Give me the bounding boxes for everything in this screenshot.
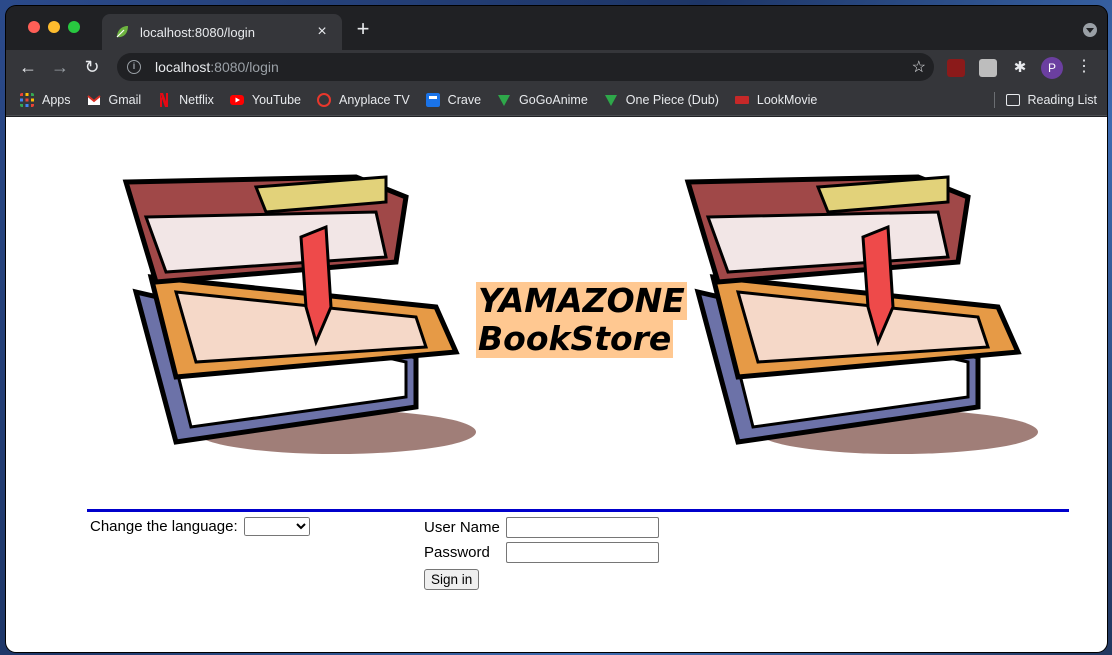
tv-icon xyxy=(604,94,617,106)
extensions-puzzle-icon[interactable]: ✱ xyxy=(1011,59,1029,77)
minimize-window-button[interactable] xyxy=(48,21,60,33)
apps-grid-icon xyxy=(20,92,34,107)
tab-search-icon[interactable] xyxy=(1083,23,1097,37)
back-arrow-icon[interactable]: ← xyxy=(16,55,40,79)
bookmark-label: LookMovie xyxy=(756,92,818,107)
books-stack-image xyxy=(122,174,476,454)
gmail-icon xyxy=(86,94,101,105)
anyplace-icon xyxy=(317,92,332,107)
bookmark-label: YouTube xyxy=(251,92,302,107)
reading-list-button[interactable]: Reading List xyxy=(1005,84,1098,116)
store-banner: YAMAZONE BookStore xyxy=(6,117,1107,497)
bookmarks-bar: Apps Gmail Netflix YouTube Anyplace TV C… xyxy=(6,84,1107,116)
bookmark-label: Netflix xyxy=(179,92,214,107)
reading-list-icon xyxy=(1005,94,1020,106)
bookmark-apps[interactable]: Apps xyxy=(20,92,71,107)
divider xyxy=(87,509,1069,512)
language-selector: Change the language: xyxy=(90,517,310,536)
spring-leaf-icon xyxy=(116,26,128,38)
password-label: Password xyxy=(424,544,490,561)
reload-icon[interactable]: ↻ xyxy=(80,55,104,79)
url-host: localhost xyxy=(155,59,211,75)
extension-icon[interactable] xyxy=(979,59,997,77)
site-info-icon[interactable]: i xyxy=(127,60,141,74)
store-title: YAMAZONE BookStore xyxy=(476,282,687,358)
new-tab-button[interactable]: + xyxy=(352,18,374,41)
address-bar[interactable]: i localhost:8080/login ☆ xyxy=(117,53,934,81)
browser-window: localhost:8080/login × + ← → ↻ i localho… xyxy=(6,6,1107,652)
bookmark-crave[interactable]: Crave xyxy=(425,92,482,107)
divider xyxy=(994,92,995,108)
language-select[interactable] xyxy=(243,517,310,536)
language-label: Change the language: xyxy=(90,518,238,535)
url-path: :8080/login xyxy=(210,59,279,75)
maximize-window-button[interactable] xyxy=(68,21,80,33)
bookmark-label: Apps xyxy=(42,92,71,107)
bookmark-one-piece[interactable]: One Piece (Dub) xyxy=(604,93,719,107)
youtube-icon xyxy=(229,94,244,105)
bookmark-label: Crave xyxy=(447,92,482,107)
books-stack-image xyxy=(684,174,1038,454)
password-field[interactable] xyxy=(506,542,659,563)
bookmark-netflix[interactable]: Netflix xyxy=(157,92,214,107)
bookmark-label: One Piece (Dub) xyxy=(625,92,719,107)
title-line1: YAMAZONE xyxy=(476,281,687,320)
bookmark-youtube[interactable]: YouTube xyxy=(229,92,302,107)
tab-close-icon[interactable]: × xyxy=(314,24,330,40)
username-row: User Name xyxy=(424,515,659,540)
bookmark-label: Gmail xyxy=(108,92,142,107)
tv-icon xyxy=(498,94,511,106)
tab-title: localhost:8080/login xyxy=(140,24,255,40)
password-row: Password xyxy=(424,540,659,565)
crave-icon xyxy=(425,92,440,107)
lookmovie-icon xyxy=(734,95,749,104)
forward-arrow-icon[interactable]: → xyxy=(48,55,72,79)
sign-in-button[interactable]: Sign in xyxy=(424,569,480,590)
username-field[interactable] xyxy=(506,517,659,538)
netflix-icon xyxy=(160,92,169,107)
title-line2: BookStore xyxy=(476,319,674,358)
bookmark-lookmovie[interactable]: LookMovie xyxy=(734,92,818,107)
reading-list-label: Reading List xyxy=(1027,93,1098,107)
toolbar: ← → ↻ i localhost:8080/login ☆ ✱ P ⋮ xyxy=(6,50,1107,84)
bookmark-gmail[interactable]: Gmail xyxy=(86,92,142,107)
close-window-button[interactable] xyxy=(28,21,40,33)
tab-strip: localhost:8080/login × + xyxy=(6,6,1107,50)
ublock-extension-icon[interactable] xyxy=(947,59,965,77)
username-label: User Name xyxy=(424,519,500,536)
login-form: User Name Password Sign in xyxy=(424,515,659,590)
profile-avatar[interactable]: P xyxy=(1041,57,1063,79)
bookmark-anyplace-tv[interactable]: Anyplace TV xyxy=(317,92,410,107)
page-content: YAMAZONE BookStore Change the language: xyxy=(6,117,1107,652)
bookmark-gogoanime[interactable]: GoGoAnime xyxy=(497,93,588,107)
menu-dots-icon[interactable]: ⋮ xyxy=(1076,56,1092,78)
bookmark-star-icon[interactable]: ☆ xyxy=(912,57,926,77)
tab-login[interactable]: localhost:8080/login × xyxy=(102,14,342,50)
bookmark-label: GoGoAnime xyxy=(519,92,588,107)
bookmark-label: Anyplace TV xyxy=(339,92,410,107)
